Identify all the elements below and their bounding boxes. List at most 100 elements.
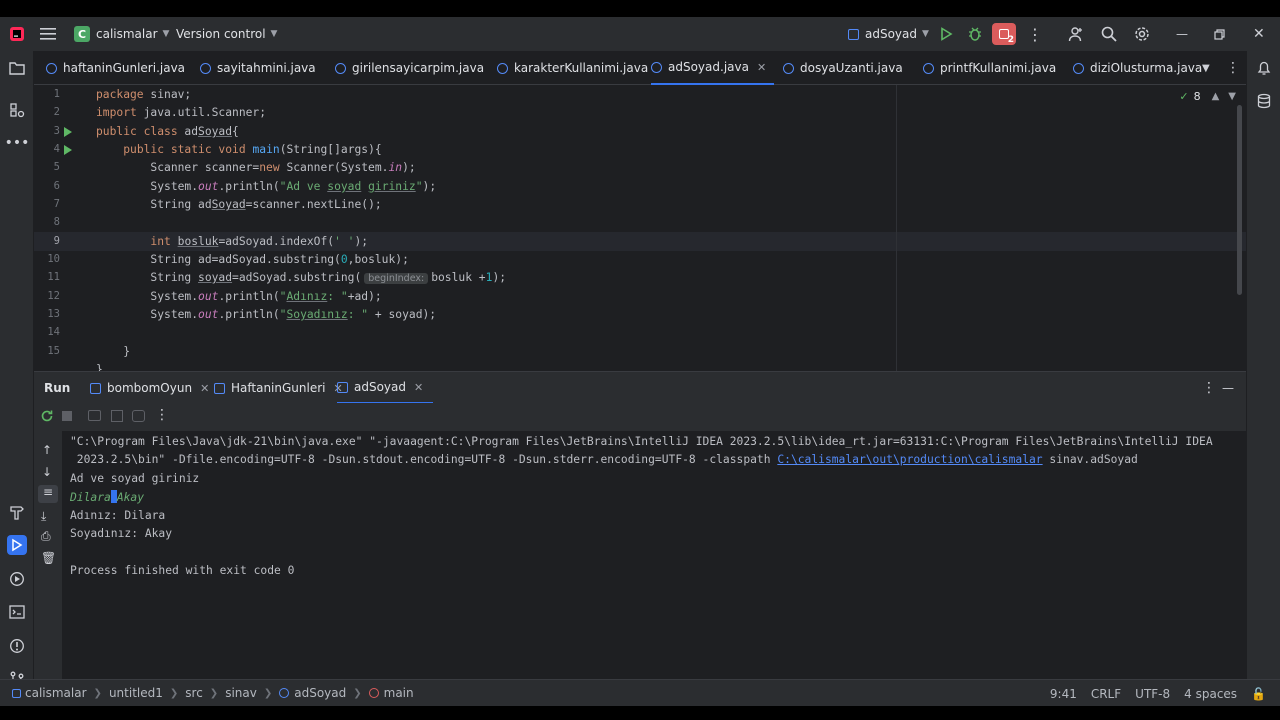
vcs-label: Version control (176, 27, 266, 41)
breadcrumb-item[interactable]: adSoyad (294, 686, 346, 700)
rerun-icon[interactable] (40, 409, 54, 426)
camera-icon[interactable] (88, 410, 101, 421)
notifications-icon[interactable] (1254, 58, 1274, 78)
structure-icon[interactable] (7, 100, 27, 120)
classpath-link[interactable]: C:\calismalar\out\production\calismalar (777, 453, 1042, 466)
run-tab-adSoyad[interactable]: adSoyad ✕ (337, 372, 434, 404)
line-number: 14 (47, 326, 60, 338)
code-line: Scanner scanner=new Scanner(System.in); (96, 161, 416, 174)
tabs-more-icon[interactable]: ⋮ (1226, 51, 1240, 85)
module-icon (12, 688, 21, 698)
settings-gear-icon[interactable] (1134, 17, 1150, 51)
lock-icon[interactable]: 🔓 (1251, 687, 1266, 701)
console-user-input: Dilara Akay (70, 490, 144, 504)
run-icon[interactable] (939, 17, 953, 51)
stop-button[interactable]: 2 (992, 23, 1016, 45)
inspection-widget[interactable]: ✓ 8 ▲ ▼ (1179, 90, 1236, 103)
run-main-gutter-icon[interactable] (64, 145, 72, 155)
more-tools-icon[interactable]: ••• (5, 133, 30, 153)
run-tab-label: bombomOyun (107, 381, 193, 395)
breadcrumb-item[interactable]: calismalar (25, 686, 87, 700)
restore-layout-icon[interactable] (111, 410, 123, 422)
chevron-up-icon[interactable]: ▲ (1212, 91, 1220, 102)
account-icon[interactable] (1068, 17, 1084, 51)
code-line: package sinav; (96, 88, 192, 101)
search-icon[interactable] (1101, 17, 1117, 51)
main-menu-icon[interactable] (40, 17, 56, 51)
breadcrumb-item[interactable]: sinav (225, 686, 257, 700)
line-number: 8 (53, 216, 60, 228)
trash-icon[interactable]: 🗑 (41, 551, 56, 565)
print-icon[interactable]: ⎙ (41, 529, 51, 544)
tab-label: girilensayicarpim.java (352, 61, 485, 75)
run-more-icon[interactable]: ⋮ (1202, 372, 1216, 404)
terminal-icon[interactable] (7, 602, 27, 622)
vcs-selector[interactable]: Version control ▼ (176, 17, 277, 51)
tab-girilensayicarpim[interactable]: girilensayicarpim.java (335, 51, 484, 85)
pin-icon[interactable] (132, 410, 145, 422)
run-config-icon (90, 382, 101, 394)
tab-diziOlusturma[interactable]: diziOlusturma.java (1073, 51, 1202, 85)
scroll-to-end-icon[interactable]: ⤓ (41, 509, 46, 524)
breadcrumb-item[interactable]: src (185, 686, 203, 700)
stop-run-icon[interactable] (62, 411, 72, 421)
chevron-down-icon[interactable]: ▼ (1228, 91, 1236, 102)
project-selector[interactable]: C calismalar ▼ (74, 17, 169, 51)
run-tab-label: HaftaninGunleri (231, 381, 326, 395)
run-config-selector[interactable]: adSoyad ▼ (848, 17, 929, 51)
restore-icon[interactable] (1214, 17, 1225, 51)
editor-scrollbar[interactable] (1237, 105, 1242, 295)
command-args: 2023.2.5\bin" -Dfile.encoding=UTF-8 -Dsu… (70, 453, 778, 466)
console-exit-message: Process finished with exit code 0 (70, 564, 295, 577)
soft-wrap-icon[interactable]: ≡ (38, 485, 58, 503)
check-icon: ✓ (1179, 90, 1189, 103)
tab-printfKullanimi[interactable]: printfKullanimi.java (923, 51, 1056, 85)
arrow-up-icon[interactable]: ↑ (42, 443, 52, 457)
run-class-gutter-icon[interactable] (64, 127, 72, 137)
arrow-down-icon[interactable]: ↓ (42, 465, 52, 479)
services-icon[interactable] (7, 569, 27, 589)
caret-position[interactable]: 9:41 (1050, 687, 1077, 701)
file-encoding[interactable]: UTF-8 (1135, 687, 1170, 701)
project-folder-icon[interactable] (7, 58, 27, 78)
breadcrumb-item[interactable]: untitled1 (109, 686, 163, 700)
line-number: 15 (47, 345, 60, 357)
debug-icon[interactable] (967, 17, 983, 51)
build-hammer-icon[interactable] (7, 502, 27, 522)
more-actions-icon[interactable]: ⋮ (1027, 17, 1043, 51)
line-number: 3 (53, 125, 60, 137)
tab-dosyaUzanti[interactable]: dosyaUzanti.java (783, 51, 903, 85)
database-icon[interactable] (1254, 91, 1274, 111)
line-separator[interactable]: CRLF (1091, 687, 1121, 701)
run-tool-icon[interactable] (7, 535, 27, 555)
run-tab-HaftaninGunleri[interactable]: HaftaninGunleri ✕ (214, 372, 343, 404)
tab-adSoyad[interactable]: adSoyad.java ✕ (651, 51, 775, 85)
close-tab-icon[interactable]: ✕ (414, 381, 423, 394)
status-bar: calismalar ❯ untitled1 ❯ src ❯ sinav ❯ a… (0, 679, 1280, 706)
run-config-icon (337, 381, 348, 393)
console-output[interactable]: "C:\Program Files\Java\jdk-21\bin\java.e… (62, 431, 1246, 679)
breadcrumb-item[interactable]: main (384, 686, 414, 700)
app-logo-icon[interactable] (9, 17, 25, 51)
indent-setting[interactable]: 4 spaces (1184, 687, 1237, 701)
run-tab-bombomOyun[interactable]: bombomOyun ✕ (90, 372, 209, 404)
hide-panel-icon[interactable]: — (1222, 372, 1234, 404)
warnings-count: 8 (1193, 90, 1201, 103)
tabs-dropdown-icon[interactable]: ▼ (1202, 51, 1210, 85)
tab-haftaninGunleri[interactable]: haftaninGunleri.java (46, 51, 185, 85)
tab-karakterKullanimi[interactable]: karakterKullanimi.java (497, 51, 648, 85)
close-icon[interactable]: ✕ (1253, 17, 1265, 51)
run-toolbar-more-icon[interactable]: ⋮ (155, 407, 169, 423)
run-toolbar: ⋮ (34, 403, 1246, 431)
code-editor[interactable]: 1 2 3 4 5 6 7 8 9 10 11 12 13 14 15 pack… (34, 85, 1246, 381)
right-tool-strip (1246, 51, 1280, 679)
tab-label: karakterKullanimi.java (514, 61, 649, 75)
java-class-icon (923, 62, 934, 74)
tab-sayitahmini[interactable]: sayitahmini.java (200, 51, 316, 85)
code-line: System.out.println("Adınız: "+ad); (96, 290, 382, 303)
chevron-right-icon: ❯ (353, 687, 362, 699)
problems-icon[interactable] (7, 636, 27, 656)
close-tab-icon[interactable]: ✕ (200, 382, 209, 395)
minimize-icon[interactable]: — (1176, 17, 1188, 51)
close-tab-icon[interactable]: ✕ (757, 61, 766, 74)
